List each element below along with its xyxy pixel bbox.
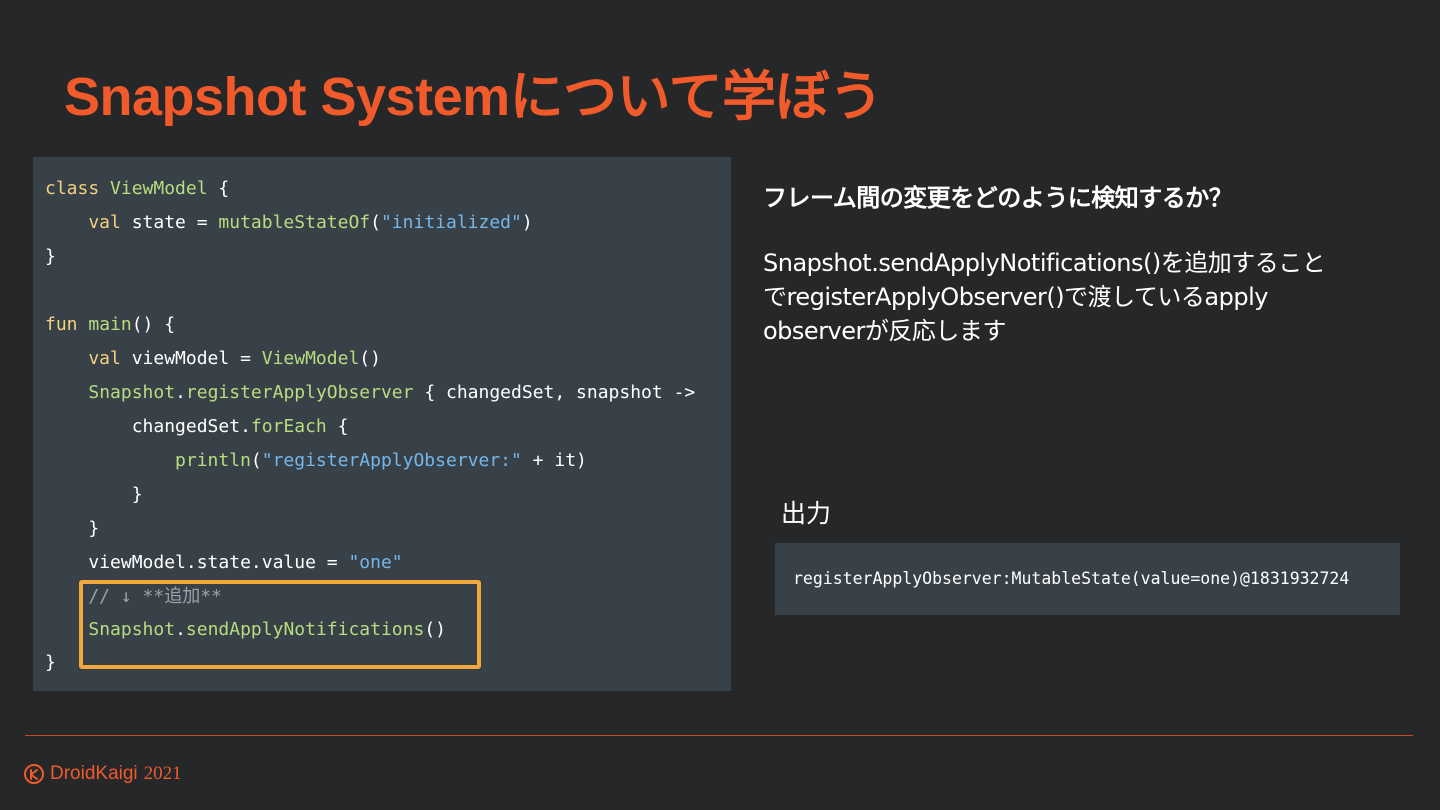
description-line: observerが反応します <box>763 317 1006 345</box>
code-token: "one" <box>348 552 403 573</box>
code-token: println <box>175 450 251 471</box>
code-token: viewModel = <box>131 348 262 369</box>
code-line: class ViewModel { <box>45 174 229 204</box>
code-token: ( <box>370 212 381 233</box>
code-token: () <box>359 348 381 369</box>
code-line: changedSet.forEach { <box>45 412 349 442</box>
code-token: "registerApplyObserver:" <box>261 450 522 471</box>
code-line: } <box>45 484 143 505</box>
code-token: { <box>207 178 230 199</box>
code-line: val state = mutableStateOf("initialized"… <box>45 208 533 238</box>
code-line: } <box>45 518 100 539</box>
code-line: Snapshot.registerApplyObserver { changed… <box>45 378 695 408</box>
code-token: ( <box>250 450 262 471</box>
code-token: fun <box>45 314 89 335</box>
footer-logo: DroidKaigi 2021 <box>24 762 182 786</box>
highlight-box <box>79 580 481 669</box>
code-token: class <box>45 178 111 199</box>
slide-title: Snapshot Systemについて学ぼう <box>64 67 883 127</box>
code-token: () { <box>131 314 176 335</box>
code-panel: class ViewModel { val state = mutableSta… <box>33 157 731 691</box>
code-token: val <box>45 212 132 233</box>
code-token: { changedSet, snapshot -> <box>413 382 696 403</box>
output-box: registerApplyObserver:MutableState(value… <box>775 543 1400 615</box>
code-line: val viewModel = ViewModel() <box>45 344 381 374</box>
footer-divider <box>25 735 1413 736</box>
code-token: forEach <box>250 416 327 437</box>
description-line: でregisterApplyObserver()で渡しているapply <box>763 283 1268 311</box>
code-token: + it) <box>521 450 587 471</box>
code-token: Snapshot <box>88 382 176 403</box>
footer-year: 2021 <box>143 763 182 784</box>
droidkaigi-logo-icon <box>24 764 44 784</box>
code-token: { <box>326 416 349 437</box>
code-token: "initialized" <box>380 212 522 233</box>
code-token: ViewModel <box>261 348 360 369</box>
code-token: val <box>45 348 132 369</box>
output-label: 出力 <box>781 499 832 528</box>
code-token: main <box>88 314 132 335</box>
code-token: changedSet. <box>45 416 251 437</box>
code-token: viewModel.state.value = <box>45 552 349 573</box>
code-token: . <box>175 382 186 403</box>
code-line: } <box>45 652 56 673</box>
code-line: println("registerApplyObserver:" + it) <box>45 446 587 476</box>
code-token: mutableStateOf <box>218 212 371 233</box>
description: Snapshot.sendApplyNotifications()を追加すること… <box>763 246 1383 348</box>
description-line: Snapshot.sendApplyNotifications()を追加すること <box>763 249 1326 277</box>
code-token: ViewModel <box>110 178 208 199</box>
code-line: viewModel.state.value = "one" <box>45 548 403 578</box>
footer-brand: DroidKaigi <box>50 763 138 784</box>
code-token: state = <box>131 212 219 233</box>
code-token: ) <box>521 212 533 233</box>
code-token: registerApplyObserver <box>185 382 414 403</box>
code-line: fun main() { <box>45 310 175 340</box>
code-line: } <box>45 246 56 267</box>
section-heading: フレーム間の変更をどのように検知するか？ <box>763 184 1233 212</box>
